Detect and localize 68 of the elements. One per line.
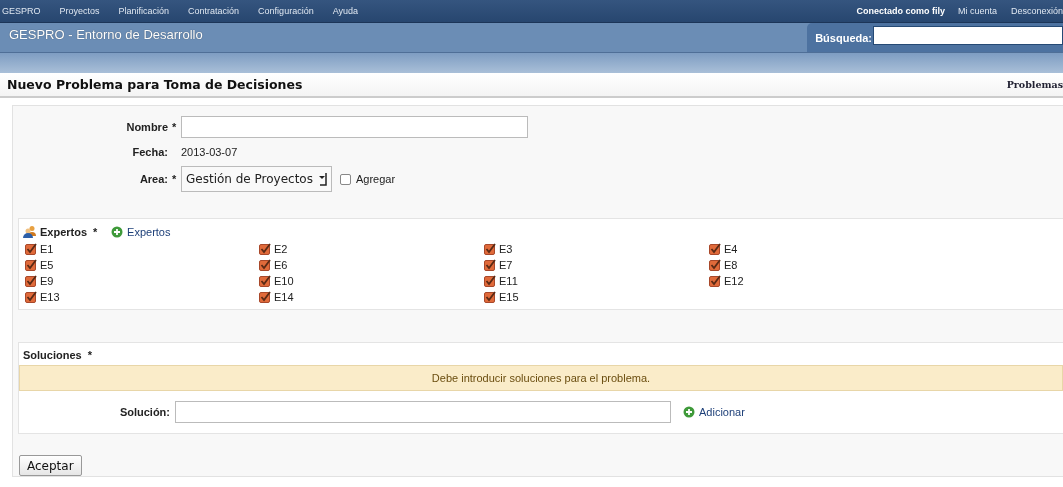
checkbox-label: E13 (40, 291, 60, 303)
checkbox[interactable] (25, 243, 37, 255)
warning-message: Debe introducir soluciones para el problema. (19, 365, 1063, 391)
date-value: 2013-03-07 (181, 146, 238, 158)
checkbox-label: E6 (274, 259, 288, 271)
checkbox[interactable] (709, 259, 721, 271)
checkbox[interactable] (25, 275, 37, 287)
checkbox-label: E8 (724, 259, 738, 271)
menu-item[interactable]: Contratación (188, 6, 240, 16)
required-mark: * (172, 173, 176, 185)
add-icon (683, 406, 695, 418)
menu-item[interactable]: GESPRO (2, 6, 41, 16)
checkbox[interactable] (709, 243, 721, 255)
checkbox-label: Agregar (355, 173, 396, 185)
search-field[interactable] (873, 26, 1063, 45)
checkbox[interactable] (484, 275, 496, 287)
add-experts-link[interactable]: Expertos (111, 225, 171, 238)
checkbox-label: E14 (274, 291, 294, 303)
app-title: GESPRO - Entorno de Desarrollo (9, 27, 204, 42)
checkbox-label: E9 (40, 275, 54, 287)
checkbox[interactable] (259, 259, 271, 271)
section-title: Soluciones (23, 349, 82, 361)
checkbox[interactable] (484, 243, 496, 255)
dropdown-arrow-icon (318, 172, 327, 186)
field-label: Area: (138, 173, 169, 185)
checkbox[interactable] (484, 259, 496, 271)
field-label: Nombre (125, 121, 169, 133)
name-field[interactable] (181, 116, 528, 138)
accept-button[interactable]: Aceptar (19, 455, 82, 476)
field-label: Fecha: (131, 146, 169, 158)
section-title: Expertos (40, 225, 88, 238)
checkbox[interactable] (25, 259, 37, 271)
solution-field[interactable] (175, 401, 671, 423)
search-label: Búsqueda: (815, 31, 872, 44)
checkbox-label: E3 (499, 243, 513, 255)
checkbox-label: E7 (499, 259, 513, 271)
menu-item[interactable]: Proyectos (59, 6, 100, 16)
menu-link[interactable]: Desconexión (1010, 6, 1063, 16)
checkbox[interactable] (259, 275, 271, 287)
area-dropdown[interactable]: Gestión de Proyectos (181, 166, 332, 192)
checkbox-label: E10 (274, 275, 294, 287)
checkbox-label: E2 (274, 243, 288, 255)
add-icon (111, 225, 124, 238)
users-icon (23, 225, 37, 238)
checkbox[interactable] (484, 291, 496, 303)
menu-item[interactable]: Planificación (118, 6, 170, 16)
menu-item[interactable]: Configuración (258, 6, 314, 16)
checkbox-label: E1 (40, 243, 54, 255)
required-mark: * (93, 225, 98, 238)
user-status: Conectado como fily (856, 6, 945, 16)
problems-link[interactable]: Problemas (1006, 79, 1063, 90)
checkbox-label: E5 (40, 259, 54, 271)
checkbox[interactable] (339, 173, 352, 185)
required-mark: * (87, 349, 92, 361)
checkbox[interactable] (259, 243, 271, 255)
menu-link[interactable]: Mi cuenta (957, 6, 997, 16)
field-label: Solución: (118, 406, 171, 418)
menu-item[interactable]: Ayuda (332, 6, 358, 16)
checkbox-label: E15 (499, 291, 519, 303)
checkbox-label: E12 (724, 275, 744, 287)
checkbox[interactable] (259, 291, 271, 303)
checkbox-label: E11 (499, 275, 518, 287)
checkbox-label: E4 (724, 243, 738, 255)
checkbox[interactable] (709, 275, 721, 287)
required-mark: * (172, 121, 176, 133)
page-title: Nuevo Problema para Toma de Decisiones (7, 77, 304, 92)
add-solution-link[interactable]: Adicionar (683, 406, 745, 418)
checkbox[interactable] (25, 291, 37, 303)
